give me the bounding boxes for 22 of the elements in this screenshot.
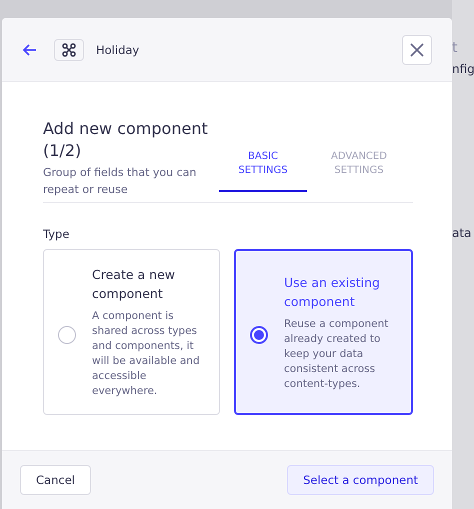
settings-tab[interactable]: BASIC SETTINGS [219, 150, 307, 192]
back-arrow-icon[interactable] [22, 42, 38, 58]
cancel-button[interactable]: Cancel [20, 465, 91, 495]
dialog-description: Group of fields that you can repeat or reuse [43, 165, 198, 198]
option-card[interactable]: Use an existing component Reuse a component already created to keep your data consistent across content-types. [234, 249, 413, 415]
component-icon [62, 42, 76, 56]
background-text: ata [452, 226, 472, 240]
background-text: nfig [452, 62, 474, 76]
radio-button[interactable] [250, 326, 268, 344]
option-description: Reuse a component already created to keep your data consistent across content-types. [284, 316, 390, 392]
background-text: t [452, 40, 458, 56]
breadcrumb-label: Holiday [96, 42, 140, 56]
option-title: Use an existing component [284, 274, 381, 310]
option-title: Create a new component [92, 266, 176, 303]
option-card[interactable]: Create a new component A component is shared across types and components, it will be available and accessible everywhere. [43, 249, 220, 415]
radio-button[interactable] [58, 326, 76, 344]
close-icon[interactable] [410, 42, 424, 56]
close-button[interactable] [402, 34, 432, 64]
type-label: Type [43, 227, 70, 241]
dialog-heading: Add new component (1/2) [43, 118, 209, 162]
option-description: A component is shared across types and components, it will be available and accessible everywhere. [92, 309, 201, 399]
select-component-button[interactable]: Select a component [287, 465, 434, 495]
